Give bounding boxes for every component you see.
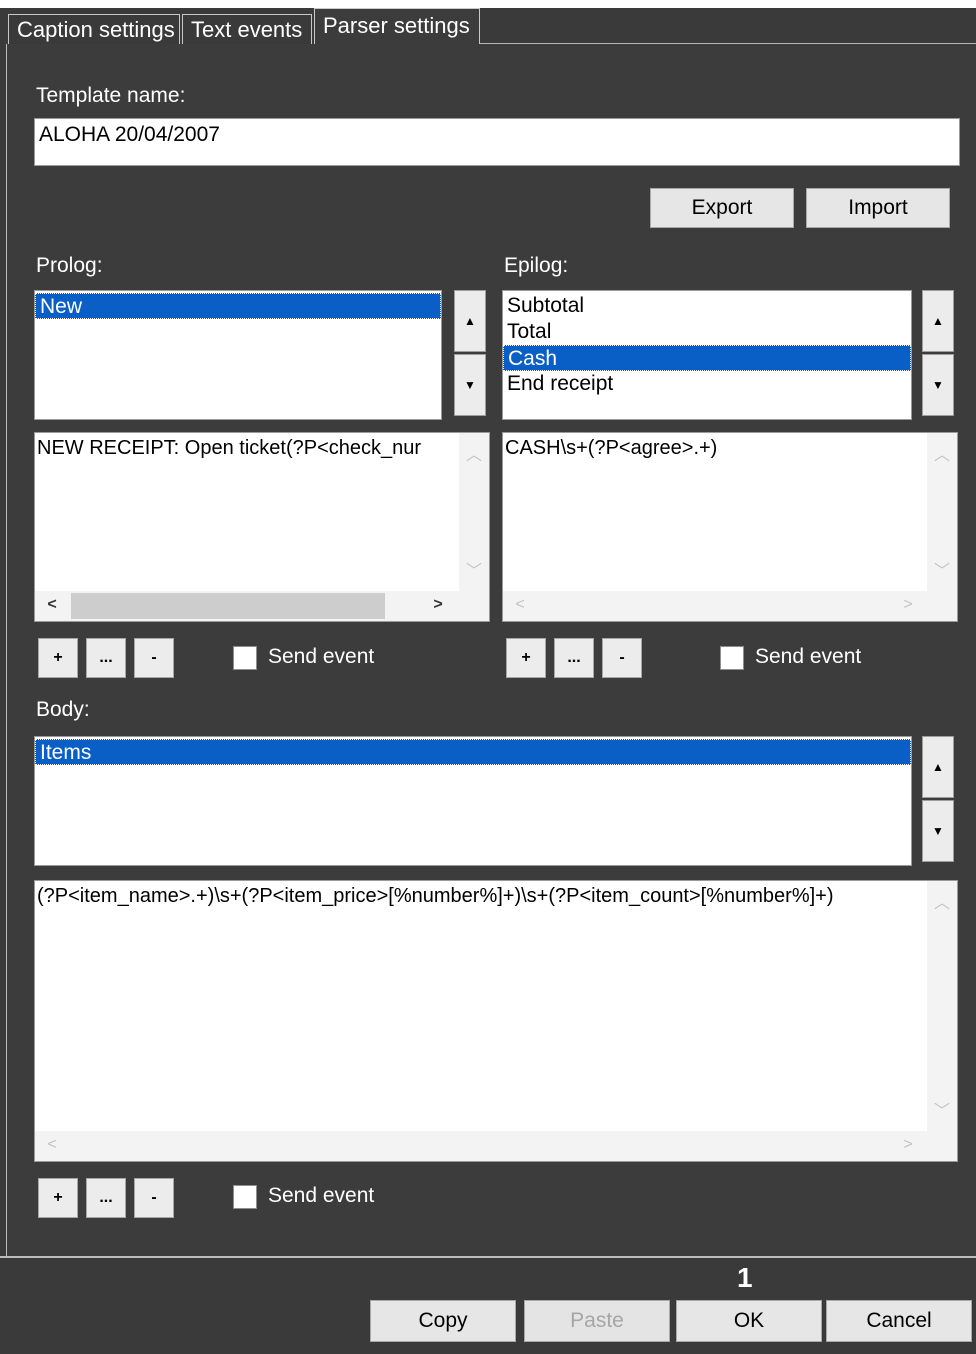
scroll-up-icon[interactable]: ︿ — [459, 441, 489, 465]
prolog-send-event-checkbox[interactable] — [233, 646, 257, 670]
body-edit-button[interactable]: ... — [86, 1178, 126, 1218]
triangle-up-icon: ▲ — [932, 314, 944, 328]
tab-parser-settings[interactable]: Parser settings — [314, 8, 480, 46]
prolog-list[interactable]: New — [34, 290, 442, 420]
prolog-label: Prolog: — [36, 254, 103, 277]
body-code-editor[interactable]: (?P<item_name>.+)\s+(?P<item_price>[%num… — [34, 880, 958, 1162]
scroll-right-icon[interactable]: > — [423, 596, 453, 614]
cancel-button[interactable]: Cancel — [826, 1300, 972, 1342]
list-item[interactable]: Items — [35, 739, 911, 765]
epilog-move-up-button[interactable]: ▲ — [922, 290, 954, 352]
export-button[interactable]: Export — [650, 188, 794, 228]
scroll-up-icon[interactable]: ︿ — [927, 441, 957, 465]
top-strip — [0, 0, 976, 8]
body-list[interactable]: Items — [34, 736, 912, 866]
prolog-add-button[interactable]: + — [38, 638, 78, 678]
list-item[interactable]: New — [35, 293, 441, 319]
vertical-scrollbar[interactable]: ︿ ﹀ — [927, 433, 957, 593]
template-name-input[interactable]: ALOHA 20/04/2007 — [34, 118, 960, 166]
copy-button[interactable]: Copy — [370, 1300, 516, 1342]
scroll-down-icon[interactable]: ﹀ — [927, 557, 957, 581]
list-item[interactable]: Cash — [503, 345, 911, 371]
prolog-send-event-label: Send event — [268, 645, 375, 668]
epilog-remove-button[interactable]: - — [602, 638, 642, 678]
scroll-up-icon[interactable]: ︿ — [927, 889, 957, 913]
epilog-send-event-checkbox[interactable] — [720, 646, 744, 670]
scroll-left-icon[interactable]: < — [505, 596, 535, 614]
epilog-send-event-label: Send event — [755, 645, 862, 668]
epilog-list[interactable]: Subtotal Total Cash End receipt — [502, 290, 912, 420]
prolog-move-down-button[interactable]: ▼ — [454, 354, 486, 416]
epilog-edit-button[interactable]: ... — [554, 638, 594, 678]
horizontal-scrollbar[interactable]: < > — [503, 591, 957, 621]
epilog-label: Epilog: — [504, 254, 569, 277]
import-button[interactable]: Import — [806, 188, 950, 228]
body-add-button[interactable]: + — [38, 1178, 78, 1218]
vertical-scrollbar[interactable]: ︿ ﹀ — [927, 881, 957, 1133]
triangle-up-icon: ▲ — [464, 314, 476, 328]
ok-button[interactable]: OK — [676, 1300, 822, 1342]
vertical-scrollbar[interactable]: ︿ ﹀ — [459, 433, 489, 593]
triangle-up-icon: ▲ — [932, 760, 944, 774]
tab-text-events[interactable]: Text events — [182, 14, 312, 46]
epilog-add-button[interactable]: + — [506, 638, 546, 678]
template-name-label: Template name: — [36, 84, 186, 107]
triangle-down-icon: ▼ — [464, 378, 476, 392]
scroll-thumb[interactable] — [71, 593, 385, 619]
body-label: Body: — [36, 698, 90, 721]
epilog-code-text: CASH\s+(?P<agree>.+) — [505, 437, 718, 459]
list-item[interactable]: End receipt — [503, 371, 911, 397]
body-move-down-button[interactable]: ▼ — [922, 800, 954, 862]
annotation-marker: 1 — [737, 1262, 753, 1293]
scroll-right-icon[interactable]: > — [893, 596, 923, 614]
horizontal-scrollbar[interactable]: < > — [35, 1131, 957, 1161]
prolog-remove-button[interactable]: - — [134, 638, 174, 678]
tab-caption-settings[interactable]: Caption settings — [8, 14, 180, 46]
paste-button[interactable]: Paste — [524, 1300, 670, 1342]
epilog-code-editor[interactable]: CASH\s+(?P<agree>.+) ︿ ﹀ < > — [502, 432, 958, 622]
scroll-left-icon[interactable]: < — [37, 1136, 67, 1154]
horizontal-scrollbar[interactable]: < > — [35, 591, 489, 621]
list-item[interactable]: Total — [503, 319, 911, 345]
body-code-text: (?P<item_name>.+)\s+(?P<item_price>[%num… — [37, 885, 834, 907]
scroll-right-icon[interactable]: > — [893, 1136, 923, 1154]
scroll-left-icon[interactable]: < — [37, 596, 67, 614]
body-send-event-label: Send event — [268, 1184, 375, 1207]
body-move-up-button[interactable]: ▲ — [922, 736, 954, 798]
scroll-down-icon[interactable]: ﹀ — [927, 1097, 957, 1121]
body-send-event-checkbox[interactable] — [233, 1185, 257, 1209]
triangle-down-icon: ▼ — [932, 378, 944, 392]
prolog-code-editor[interactable]: NEW RECEIPT: Open ticket(?P<check_nur ︿ … — [34, 432, 490, 622]
prolog-move-up-button[interactable]: ▲ — [454, 290, 486, 352]
prolog-edit-button[interactable]: ... — [86, 638, 126, 678]
scroll-down-icon[interactable]: ﹀ — [459, 557, 489, 581]
prolog-code-text: NEW RECEIPT: Open ticket(?P<check_nur — [37, 437, 422, 459]
epilog-move-down-button[interactable]: ▼ — [922, 354, 954, 416]
list-item[interactable]: Subtotal — [503, 293, 911, 319]
triangle-down-icon: ▼ — [932, 824, 944, 838]
body-remove-button[interactable]: - — [134, 1178, 174, 1218]
